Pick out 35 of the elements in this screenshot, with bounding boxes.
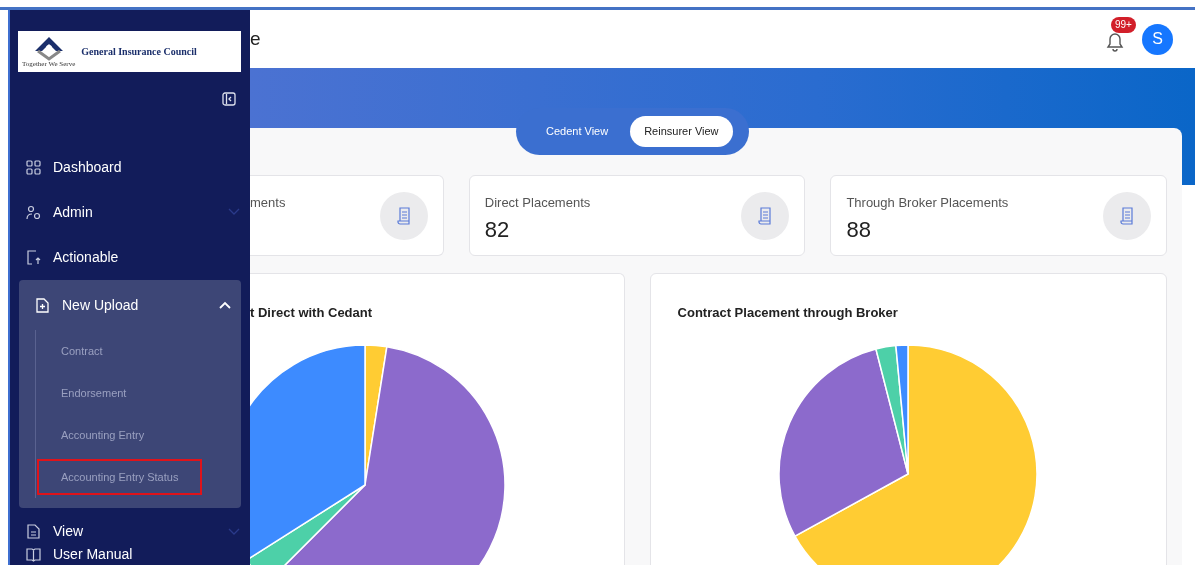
document-arrow-icon xyxy=(26,249,41,265)
chart-title: Contract Placement through Broker xyxy=(677,304,899,322)
submenu-item[interactable]: Contract xyxy=(37,332,127,370)
book-icon xyxy=(26,546,41,562)
bell-icon[interactable] xyxy=(1106,32,1124,52)
sidebar-item[interactable]: Admin xyxy=(10,189,250,235)
avatar[interactable]: S xyxy=(1142,23,1173,55)
chevron-up-icon xyxy=(219,301,231,309)
user-gear-icon xyxy=(26,204,41,220)
chevron-down-icon xyxy=(228,208,240,217)
document-icon xyxy=(1103,191,1151,240)
sidebar-item[interactable]: Actionable xyxy=(10,234,250,280)
stat-value: 82 xyxy=(484,215,511,244)
file-plus-icon xyxy=(35,297,50,313)
chart-title: t Direct with Cedant xyxy=(250,304,374,322)
submenu-item[interactable]: Endorsement xyxy=(37,374,151,412)
sidebar-item[interactable]: View xyxy=(10,520,250,544)
page-title: e xyxy=(250,26,261,51)
view-tab[interactable]: Cedent View xyxy=(532,116,623,147)
view-tab[interactable]: Reinsurer View xyxy=(630,116,733,147)
submenu-item[interactable]: Accounting Entry Status xyxy=(37,458,203,496)
grid-icon xyxy=(26,159,41,175)
document-icon xyxy=(26,524,41,540)
stat-value: 88 xyxy=(846,215,872,244)
logo-text: General Insurance Council xyxy=(81,45,197,60)
submenu-item[interactable]: Accounting Entry xyxy=(37,416,169,454)
notification-badge: 99+ xyxy=(1111,17,1136,33)
sidebar-item[interactable]: New Upload xyxy=(19,280,241,330)
stat-label: ments xyxy=(250,194,286,212)
sidebar-item[interactable]: Dashboard xyxy=(10,144,250,190)
stat-label: Direct Placements xyxy=(484,194,591,212)
chevron-down-icon xyxy=(228,528,240,536)
sidebar-item[interactable]: User Manual xyxy=(10,543,250,565)
stat-label: Through Broker Placements xyxy=(846,194,1009,212)
collapse-sidebar-icon[interactable] xyxy=(222,92,236,107)
